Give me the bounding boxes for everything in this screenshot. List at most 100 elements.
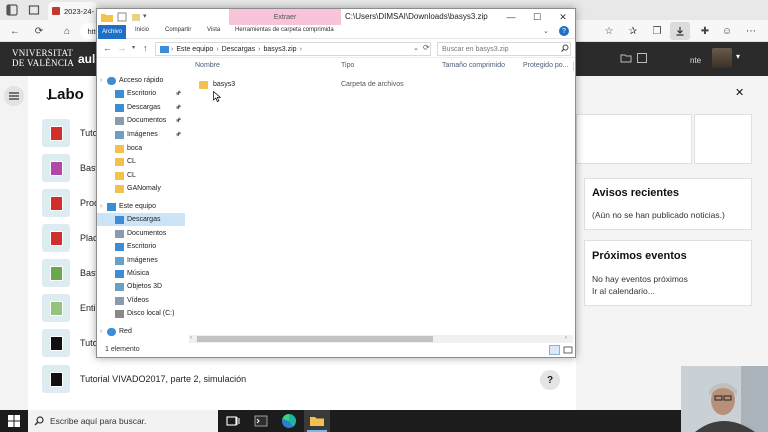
header-grid-icon[interactable] xyxy=(636,52,648,64)
nav-item[interactable]: boca xyxy=(97,142,185,155)
breadcrumb-basys3zip[interactable]: basys3.zip xyxy=(263,46,296,53)
windows-start-icon[interactable] xyxy=(8,415,20,427)
favorite-icon[interactable]: ☆ xyxy=(602,24,616,38)
activity-name[interactable]: Plac xyxy=(80,233,98,243)
nav-item[interactable]: CL xyxy=(97,169,185,182)
maximize-button[interactable]: ☐ xyxy=(527,10,547,24)
nav-item[interactable]: Documentos 📌 xyxy=(97,114,185,127)
expand-chevron-icon[interactable]: › xyxy=(100,203,102,210)
ribbon-tab-vista[interactable]: Vista xyxy=(207,27,220,33)
details-view-icon[interactable] xyxy=(549,345,560,355)
breadcrumb-este-equipo[interactable]: Este equipo xyxy=(176,46,213,53)
column-header-nombre[interactable]: Nombre xyxy=(195,62,220,69)
extract-context-tab[interactable]: Extraer xyxy=(229,9,341,25)
ribbon-tab-compartir[interactable]: Compartir xyxy=(165,27,191,33)
scrollbar-thumb[interactable] xyxy=(197,336,433,342)
ribbon-tab-inicio[interactable]: Inicio xyxy=(135,27,149,33)
university-logo[interactable]: VNIVERSITAT DE VALÈNCIA xyxy=(12,48,74,68)
nav-item[interactable]: Imágenes xyxy=(97,254,185,267)
nav-item-label: Disco local (C:) xyxy=(127,310,175,317)
file-name: basys3 xyxy=(213,81,236,88)
quick-access-dropdown-icon[interactable]: ▾ xyxy=(143,12,147,20)
taskbar-search-input[interactable]: Escribe aquí para buscar. xyxy=(28,410,218,432)
activity-item[interactable]: Tutorial VIVADO2017, parte 2, simulación xyxy=(42,365,572,395)
downloads-icon[interactable] xyxy=(670,22,690,40)
home-icon[interactable]: ⌂ xyxy=(60,24,74,38)
nav-item[interactable]: › Red xyxy=(97,325,185,338)
column-header-protegido[interactable]: Protegido po... xyxy=(523,62,569,69)
course-index-icon[interactable] xyxy=(4,86,24,106)
minimize-button[interactable]: — xyxy=(501,10,521,24)
file-row[interactable]: basys3 Carpeta de archivos xyxy=(193,79,569,91)
nav-item[interactable]: CL xyxy=(97,155,185,168)
nav-forward-icon[interactable]: → xyxy=(117,43,126,53)
explorer-address-bar[interactable]: › Este equipo › Descargas › basys3.zip › xyxy=(155,42,431,56)
header-folder-icon[interactable] xyxy=(620,52,632,64)
scroll-right-icon[interactable]: › xyxy=(565,335,567,341)
site-app-name[interactable]: aul xyxy=(78,52,95,66)
explorer-taskbar-button[interactable] xyxy=(304,410,330,432)
nav-up-icon[interactable]: ↑ xyxy=(143,43,148,53)
back-icon[interactable]: ← xyxy=(8,24,22,38)
quick-properties-icon[interactable] xyxy=(117,12,127,22)
column-divider xyxy=(573,62,574,71)
ribbon-tab-archivo[interactable]: Archivo xyxy=(98,25,126,39)
nav-item[interactable]: Descargas 📌 xyxy=(97,101,185,114)
nav-back-icon[interactable]: ← xyxy=(103,43,112,53)
ribbon-expand-chevron-icon[interactable]: ⌄ xyxy=(543,27,549,35)
nav-item[interactable]: GANomaly xyxy=(97,182,185,195)
refresh-icon[interactable]: ⟳ xyxy=(32,24,46,38)
nav-item-label: Objetos 3D xyxy=(127,283,163,290)
nav-item[interactable]: Vídeos xyxy=(97,294,185,307)
nav-item[interactable]: Música xyxy=(97,267,185,280)
avatar[interactable] xyxy=(712,48,732,68)
search-icon[interactable] xyxy=(561,44,569,52)
activity-name[interactable]: Enti xyxy=(80,303,96,313)
recent-news-title: Avisos recientes xyxy=(592,187,680,199)
extensions-icon[interactable]: ✚ xyxy=(698,24,712,38)
browser-menu-icon[interactable] xyxy=(6,4,18,16)
calendar-link[interactable]: Ir al calendario... xyxy=(592,285,655,297)
close-window-button[interactable]: ✕ xyxy=(553,10,573,24)
nav-item[interactable]: › Este equipo xyxy=(97,200,185,213)
activity-name[interactable]: Tutorial VIVADO2017, parte 2, simulación xyxy=(80,374,246,384)
document-icon xyxy=(115,116,124,125)
scroll-left-icon[interactable]: ‹ xyxy=(190,335,192,341)
expand-chevron-icon[interactable]: › xyxy=(100,328,102,335)
explorer-titlebar[interactable]: ▾ Extraer C:\Users\DIMSAI\Downloads\basy… xyxy=(97,9,575,25)
column-header-tipo[interactable]: Tipo xyxy=(341,62,354,69)
nav-item[interactable]: Descargas xyxy=(97,213,185,226)
task-view-icon[interactable] xyxy=(226,414,240,428)
expand-chevron-icon[interactable]: › xyxy=(100,77,102,84)
tab-actions-icon[interactable] xyxy=(28,4,40,16)
nav-item-label: Escritorio xyxy=(127,243,157,250)
ribbon-tab-herramientas[interactable]: Herramientas de carpeta comprimida xyxy=(235,27,334,33)
user-menu-chevron-icon[interactable]: ▾ xyxy=(736,52,740,61)
nav-item[interactable]: Documentos xyxy=(97,227,185,240)
refresh-folder-icon[interactable]: ⟳ xyxy=(423,43,430,52)
address-dropdown-icon[interactable]: ⌄ xyxy=(413,44,419,52)
more-menu-icon[interactable]: ⋯ xyxy=(744,24,758,38)
horizontal-scrollbar[interactable]: ‹ › xyxy=(189,335,573,343)
recent-locations-chevron-icon[interactable]: ▾ xyxy=(132,44,135,51)
profile-icon[interactable]: ☺ xyxy=(720,24,734,38)
nav-item[interactable]: Disco local (C:) xyxy=(97,307,185,320)
breadcrumb-descargas[interactable]: Descargas xyxy=(222,46,255,53)
nav-item[interactable]: Imágenes 📌 xyxy=(97,128,185,141)
favorites-icon[interactable]: ✰ xyxy=(626,24,640,38)
quick-newfolder-icon[interactable] xyxy=(131,12,141,22)
large-icons-view-icon[interactable] xyxy=(563,345,573,355)
nav-item[interactable]: Escritorio xyxy=(97,240,185,253)
collections-icon[interactable]: ❐ xyxy=(650,24,664,38)
nav-item[interactable]: Escritorio 📌 xyxy=(97,87,185,100)
column-header-tamano[interactable]: Tamaño comprimido xyxy=(442,62,505,69)
nav-item[interactable]: › Acceso rápido xyxy=(97,74,185,87)
computer-icon xyxy=(160,45,169,53)
browser-tab[interactable]: 2023-24- xyxy=(48,2,96,20)
explorer-search-input[interactable]: Buscar en basys3.zip xyxy=(437,42,571,56)
terminal-icon[interactable] xyxy=(254,414,268,428)
help-icon[interactable]: ? xyxy=(559,26,569,36)
edge-browser-icon[interactable] xyxy=(282,414,296,428)
nav-item[interactable]: Objetos 3D xyxy=(97,280,185,293)
close-drawer-icon[interactable]: ✕ xyxy=(735,86,744,99)
